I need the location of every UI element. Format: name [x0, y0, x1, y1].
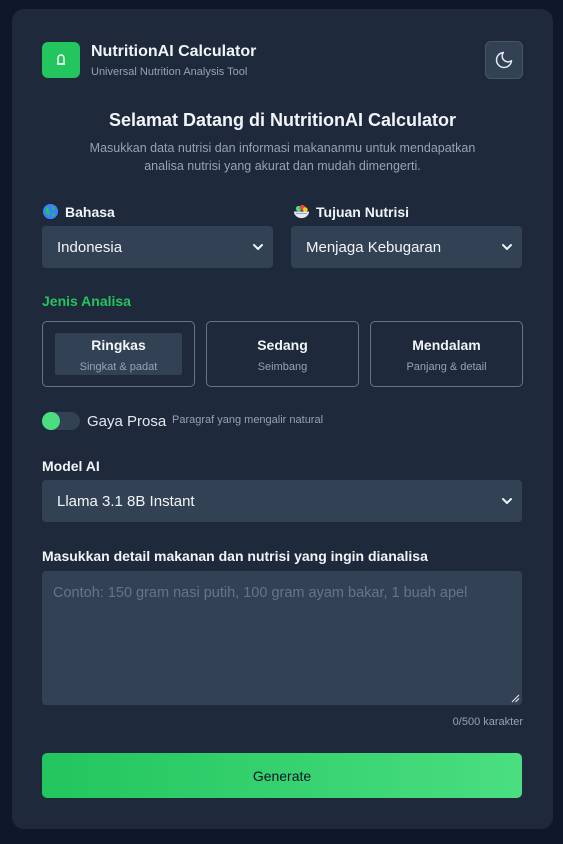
- welcome-text: Masukkan data nutrisi dan informasi maka…: [89, 141, 476, 173]
- globe-icon: [42, 203, 59, 220]
- bell-icon: [57, 54, 65, 65]
- toggle-knob: [42, 412, 60, 430]
- goal-label-text: Tujuan Nutrisi: [316, 203, 410, 220]
- option-subtitle: Singkat & padat: [79, 361, 158, 373]
- app-header: NutritionAI Calculator Universal Nutriti…: [42, 41, 523, 79]
- salad-bowl-icon: [293, 204, 310, 219]
- prose-style-description: Paragraf yang mengalir natural: [172, 414, 324, 426]
- option-subtitle: Seimbang: [257, 361, 308, 373]
- chevron-down-icon: [502, 244, 512, 250]
- language-select[interactable]: Indonesia: [42, 226, 273, 268]
- chevron-down-icon: [502, 498, 512, 504]
- language-label: Bahasa: [42, 203, 115, 220]
- option-title: Mendalam: [412, 337, 481, 353]
- model-selected: Llama 3.1 8B Instant: [57, 492, 195, 510]
- food-input-label: Masukkan detail makanan dan nutrisi yang…: [42, 548, 428, 564]
- prose-style-toggle[interactable]: [42, 412, 80, 430]
- resize-handle-icon[interactable]: [511, 694, 520, 703]
- prose-style-label: Gaya Prosa: [87, 413, 167, 430]
- main-card: NutritionAI Calculator Universal Nutriti…: [12, 9, 553, 829]
- analysis-option-ringkas[interactable]: Ringkas Singkat & padat: [42, 321, 195, 387]
- model-select[interactable]: Llama 3.1 8B Instant: [42, 480, 522, 522]
- model-label-text: Model AI: [42, 458, 100, 474]
- goal-select[interactable]: Menjaga Kebugaran: [291, 226, 522, 268]
- analysis-option-mendalam[interactable]: Mendalam Panjang & detail: [370, 321, 523, 387]
- app-logo: [42, 42, 80, 78]
- analysis-option-sedang[interactable]: Sedang Seimbang: [206, 321, 359, 387]
- character-counter: 0/500 karakter: [452, 716, 523, 728]
- option-title: Sedang: [257, 337, 308, 353]
- generate-button[interactable]: Generate: [42, 753, 522, 798]
- chevron-down-icon: [253, 244, 263, 250]
- app-title: NutritionAI Calculator: [91, 43, 257, 60]
- analysis-type-label: Jenis Analisa: [42, 293, 131, 309]
- goal-label: Tujuan Nutrisi: [293, 203, 409, 220]
- welcome-title: Selamat Datang di NutritionAI Calculator: [108, 110, 457, 130]
- moon-icon: [495, 51, 513, 69]
- goal-selected: Menjaga Kebugaran: [306, 238, 442, 256]
- language-label-text: Bahasa: [65, 203, 115, 220]
- model-label: Model AI: [42, 458, 100, 474]
- food-details-textarea[interactable]: [42, 571, 522, 705]
- app-subtitle: Universal Nutrition Analysis Tool: [91, 66, 248, 78]
- language-selected: Indonesia: [57, 238, 123, 256]
- option-title: Ringkas: [91, 337, 146, 353]
- option-subtitle: Panjang & detail: [406, 361, 487, 373]
- food-input-label-text: Masukkan detail makanan dan nutrisi yang…: [42, 548, 428, 564]
- theme-toggle-button[interactable]: [485, 41, 523, 79]
